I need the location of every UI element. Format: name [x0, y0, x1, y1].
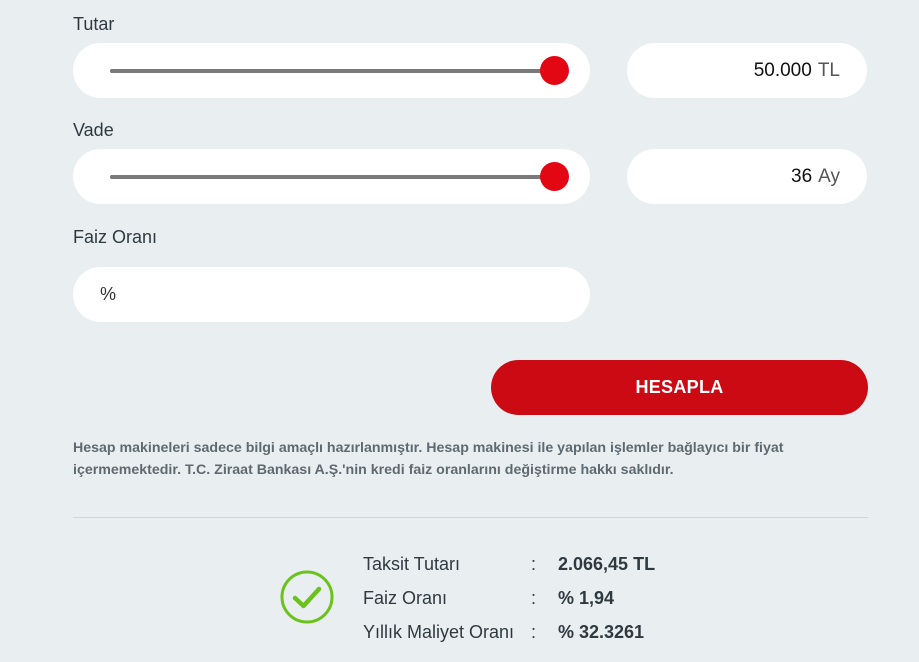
amount-input[interactable]: 50.000 TL: [627, 43, 867, 98]
result-label: Faiz Oranı: [363, 587, 448, 608]
divider: [73, 517, 868, 518]
amount-slider-container: [73, 43, 590, 98]
term-input[interactable]: 36 Ay: [627, 149, 867, 204]
check-circle-icon: [280, 570, 334, 624]
result-row-annual-cost-rate: Yıllık Maliyet Oranı : % 32.3261: [363, 620, 644, 644]
amount-slider-track[interactable]: [110, 56, 569, 85]
result-value: 2.066,45 TL: [558, 553, 656, 574]
term-slider-fill: [110, 175, 555, 179]
amount-slider-thumb[interactable]: [540, 56, 569, 85]
amount-label: Tutar: [73, 14, 115, 34]
term-value: 36: [791, 165, 813, 187]
rate-label: Faiz Oranı: [73, 227, 158, 247]
term-label: Vade: [73, 120, 114, 140]
result-row-interest-rate: Faiz Oranı : % 1,94: [363, 586, 614, 610]
amount-value: 50.000: [753, 59, 812, 81]
rate-input[interactable]: %: [73, 267, 590, 322]
term-slider-thumb[interactable]: [540, 162, 569, 191]
result-row-installment: Taksit Tutarı : 2.066,45 TL: [363, 552, 655, 576]
disclaimer-text: Hesap makineleri sadece bilgi amaçlı haz…: [73, 440, 784, 478]
term-slider-track[interactable]: [110, 162, 569, 191]
term-unit: Ay: [818, 165, 840, 187]
term-slider-container: [73, 149, 590, 204]
amount-slider-fill: [110, 69, 555, 73]
result-colon: :: [531, 553, 537, 574]
rate-percent-prefix: %: [100, 284, 117, 304]
amount-unit: TL: [817, 59, 840, 81]
result-label: Taksit Tutarı: [363, 553, 461, 574]
result-label: Yıllık Maliyet Oranı: [363, 621, 515, 642]
result-colon: :: [531, 621, 537, 642]
result-value: % 1,94: [558, 587, 615, 608]
result-value: % 32.3261: [558, 621, 645, 642]
result-colon: :: [531, 587, 537, 608]
calculate-button[interactable]: HESAPLA: [491, 360, 868, 415]
credit-calculator: Tutar 50.000 TL Vade 36 Ay Faiz Oranı % …: [0, 0, 919, 662]
